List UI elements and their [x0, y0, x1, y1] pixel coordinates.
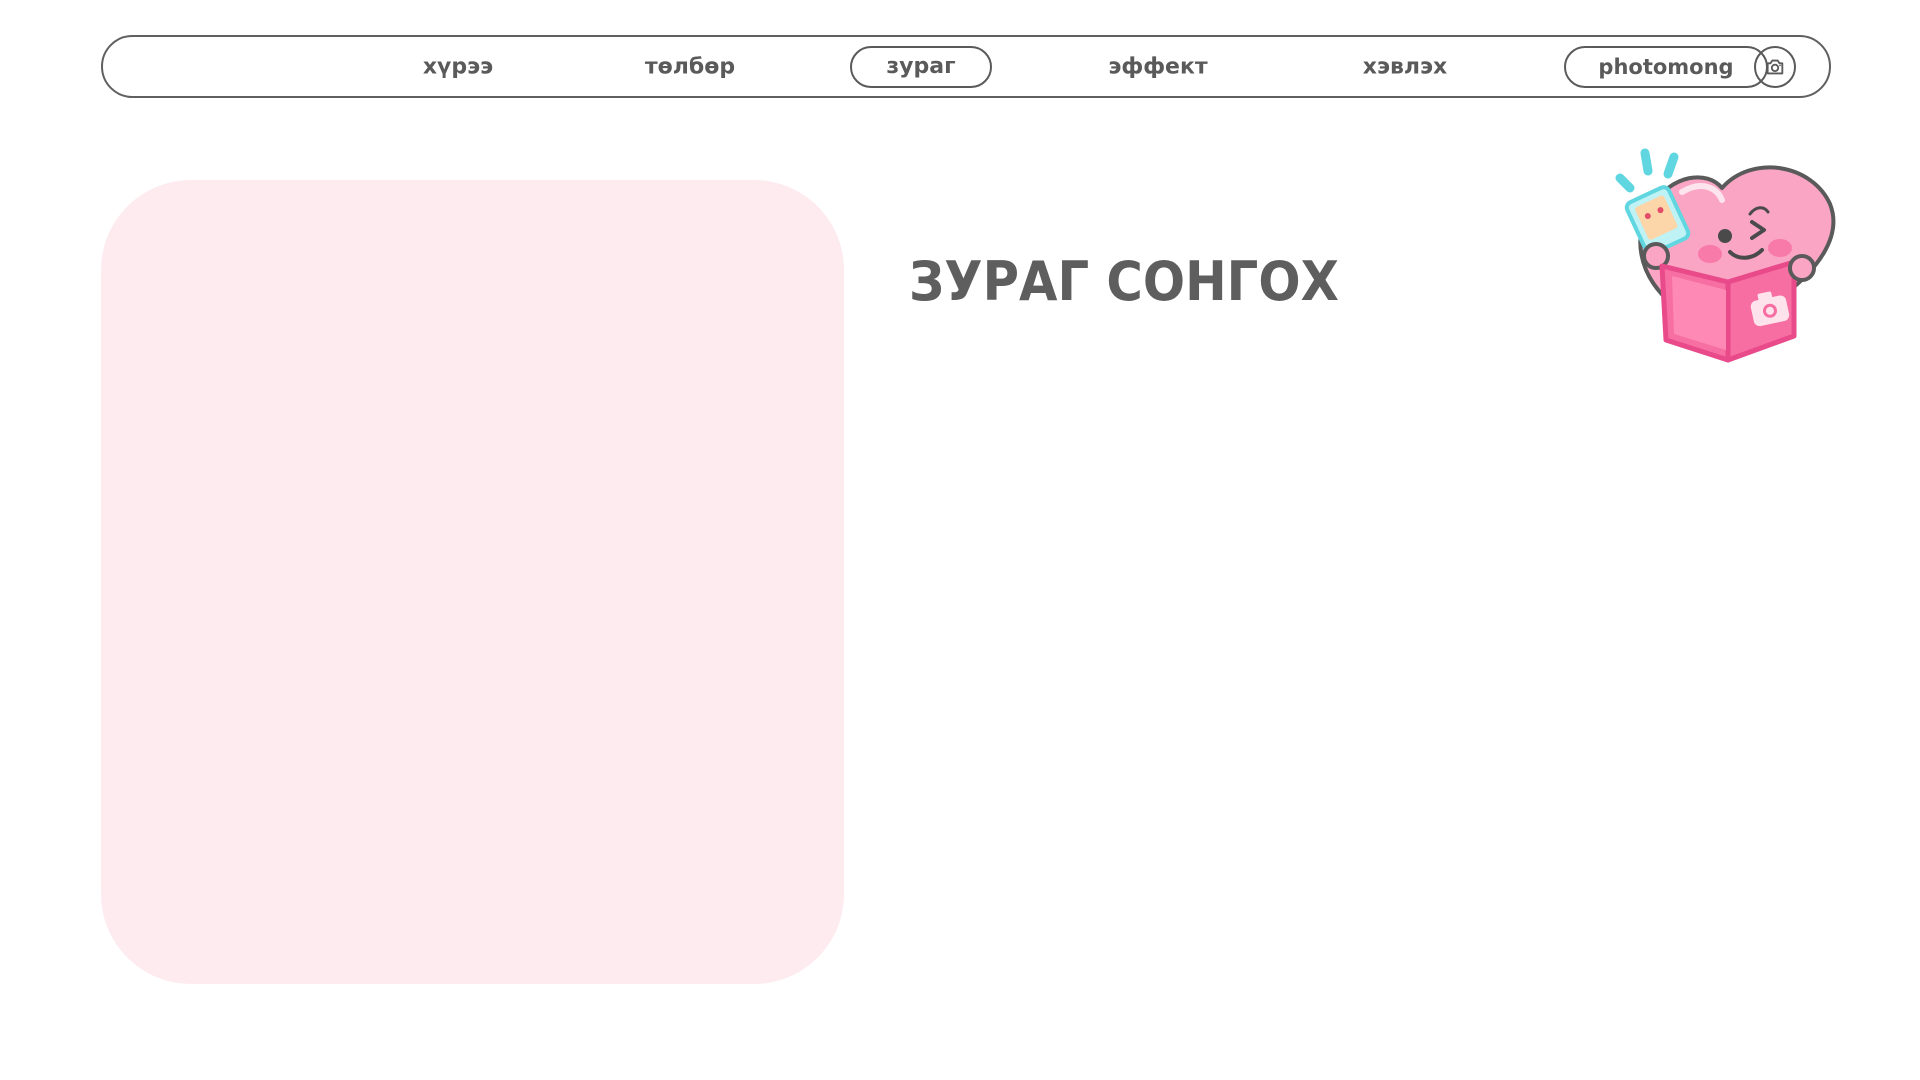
- camera-icon: [1766, 59, 1784, 74]
- heart-mascot-icon: [1615, 148, 1836, 363]
- photo-preview-panel: [101, 180, 844, 984]
- camera-button[interactable]: [1754, 45, 1796, 88]
- nav-item-payment[interactable]: төлбөр: [645, 54, 735, 79]
- brand-button[interactable]: photomong: [1564, 45, 1768, 88]
- top-navigation: хүрээ төлбөр зураг эффект хэвлэх photomo…: [101, 35, 1831, 98]
- nav-item-frame[interactable]: хүрээ: [423, 54, 493, 79]
- nav-item-print[interactable]: хэвлэх: [1363, 54, 1448, 79]
- page-title: ЗУРАГ СОНГОХ: [909, 250, 1339, 313]
- nav-item-effect[interactable]: эффект: [1108, 54, 1207, 79]
- nav-item-photo[interactable]: зураг: [850, 45, 992, 88]
